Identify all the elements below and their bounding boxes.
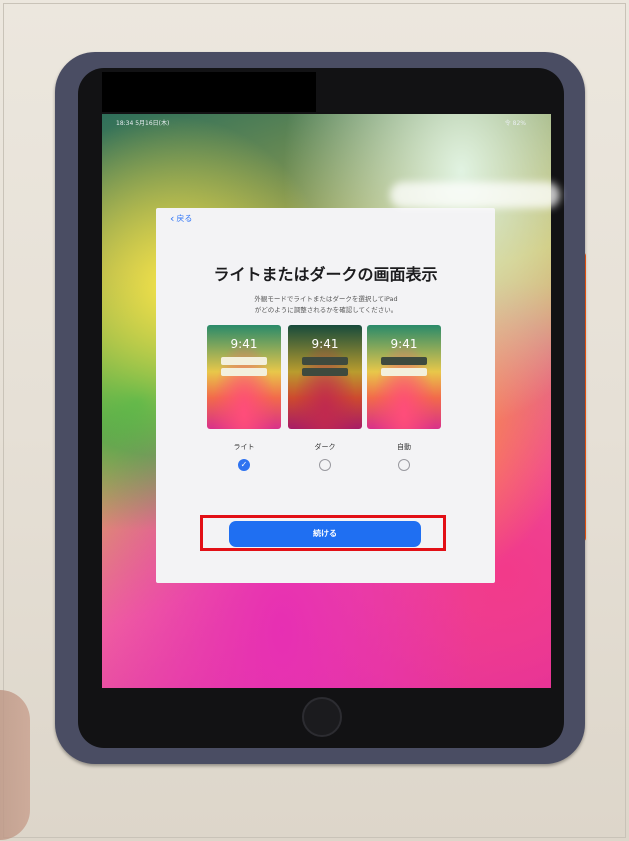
radio-auto[interactable] [398,459,410,471]
preview-clock: 9:41 [230,337,258,351]
hand [0,690,30,840]
redaction-box [102,72,316,112]
option-label-dark: ダーク [314,443,336,451]
radio-light[interactable]: ✓ [238,459,250,471]
radio-dark[interactable] [319,459,331,471]
description-line: 外観モードでライトまたはダークを選択してiPad [254,295,398,303]
preview-clock: 9:41 [311,337,339,351]
option-label-auto: 自動 [397,443,411,451]
status-bar: 18:34 5月16日(木) 令 82% [116,118,526,130]
highlight-box [200,515,446,551]
checkmark-icon: ✓ [240,460,248,469]
back-label: 戻る [176,214,193,223]
preview-widget [381,357,427,365]
page-title: ライトまたはダークの画面表示 [213,265,438,284]
status-battery: 令 82% [504,120,526,127]
preview-auto[interactable]: 9:41 [367,325,441,429]
preview-widget [302,368,348,376]
chevron-left-icon: ‹ [170,212,175,225]
description-line: がどのように調整されるかを確認してください。 [254,306,398,314]
preview-widget [221,368,267,376]
home-button[interactable] [302,697,342,737]
option-label-light: ライト [233,443,255,451]
page-description: 外観モードでライトまたはダークを選択してiPad がどのように調整されるかを確認… [196,294,456,316]
preview-widget [302,357,348,365]
back-button[interactable]: ‹ 戻る [170,213,192,225]
preview-clock: 9:41 [390,337,418,351]
preview-dark[interactable]: 9:41 [288,325,362,429]
screen-glare [390,182,560,208]
preview-light[interactable]: 9:41 [207,325,281,429]
status-time: 18:34 5月16日(木) [116,120,170,127]
preview-widget [221,357,267,365]
preview-widget [381,368,427,376]
